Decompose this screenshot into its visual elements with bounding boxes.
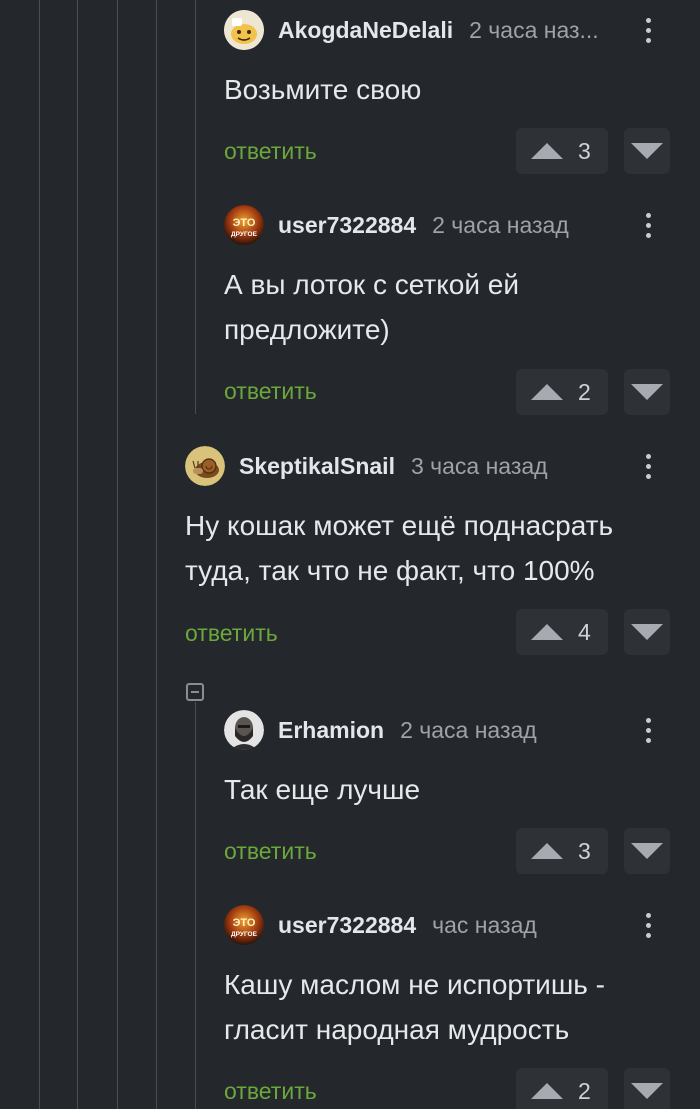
more-menu-icon[interactable] (636, 10, 660, 50)
person-avatar-icon[interactable] (224, 710, 264, 750)
reply-link[interactable]: ответить (224, 138, 317, 165)
thread-line[interactable] (156, 0, 157, 1109)
badge-text: ЭТО (233, 217, 256, 229)
comments-thread: AkogdaNeDelali 2 часа наз... Возьмите св… (0, 0, 700, 1109)
thread-line[interactable] (195, 702, 196, 1109)
comment: ЭТО ДРУГОЕ user7322884 2 часа назад А вы… (224, 205, 674, 420)
more-menu-icon[interactable] (636, 905, 660, 945)
badge-text: ЭТО (233, 917, 256, 929)
comment-time: 3 часа назад (410, 452, 548, 479)
thread-line[interactable] (195, 0, 196, 414)
thread-line[interactable] (39, 0, 40, 1109)
reply-link[interactable]: ответить (224, 378, 317, 405)
downvote-button[interactable] (624, 609, 670, 655)
thread-line[interactable] (117, 0, 118, 1109)
vote-count: 4 (578, 618, 591, 645)
upvote-button[interactable]: 3 (516, 128, 608, 174)
badge-text: ДРУГОЕ (231, 231, 258, 238)
collapse-thread-icon[interactable] (186, 683, 204, 701)
comment: AkogdaNeDelali 2 часа наз... Возьмите св… (224, 10, 674, 180)
comment-text: А вы лоток с сеткой ей предложите) (224, 269, 519, 345)
vote-count: 2 (578, 1077, 591, 1104)
reply-link[interactable]: ответить (224, 838, 317, 865)
arrow-up-icon (531, 1083, 563, 1099)
downvote-button[interactable] (624, 369, 670, 415)
downvote-button[interactable] (624, 828, 670, 874)
comment-text: Кашу маслом не испортишь - гласит народн… (224, 969, 605, 1045)
more-menu-icon[interactable] (636, 205, 660, 245)
upvote-button[interactable]: 4 (516, 609, 608, 655)
more-menu-icon[interactable] (636, 446, 660, 486)
eto-drugoe-avatar-icon[interactable]: ЭТО ДРУГОЕ (224, 205, 264, 245)
comment-author[interactable]: SkeptikalSnail (239, 453, 395, 480)
vote-count: 3 (578, 137, 591, 164)
upvote-button[interactable]: 3 (516, 828, 608, 874)
comment-time: 2 часа назад (400, 716, 537, 743)
comment: SkeptikalSnail 3 часа назад Ну кошак мож… (185, 446, 674, 661)
snail-avatar-icon[interactable] (185, 446, 225, 486)
reply-link[interactable]: ответить (185, 620, 278, 647)
comment-header: ЭТО ДРУГОЕ user7322884 час назад (224, 905, 537, 945)
comment-text: Ну кошак может ещё поднасрать туда, так … (185, 510, 614, 586)
comment-author[interactable]: Erhamion (278, 717, 384, 744)
comment-header: AkogdaNeDelali 2 часа наз... (224, 10, 599, 50)
comment: Erhamion 2 часа назад Так еще лучше отве… (224, 710, 674, 880)
comment-time: час назад (432, 911, 537, 938)
arrow-up-icon (531, 843, 563, 859)
arrow-down-icon (631, 1083, 663, 1099)
comment-header: ЭТО ДРУГОЕ user7322884 2 часа назад (224, 205, 569, 245)
comment-author[interactable]: user7322884 (278, 912, 416, 939)
arrow-up-icon (531, 624, 563, 640)
arrow-down-icon (631, 843, 663, 859)
upvote-button[interactable]: 2 (516, 369, 608, 415)
comment-header: Erhamion 2 часа назад (224, 710, 537, 750)
upvote-button[interactable]: 2 (516, 1068, 608, 1109)
vote-count: 3 (578, 837, 591, 864)
downvote-button[interactable] (624, 1068, 670, 1109)
more-menu-icon[interactable] (636, 710, 660, 750)
comment-author[interactable]: AkogdaNeDelali (278, 17, 453, 44)
downvote-button[interactable] (624, 128, 670, 174)
reply-link[interactable]: ответить (224, 1078, 317, 1105)
comment-time: 2 часа назад (432, 211, 569, 238)
arrow-up-icon (531, 384, 563, 400)
comment-header: SkeptikalSnail 3 часа назад (185, 446, 548, 486)
arrow-down-icon (631, 624, 663, 640)
arrow-down-icon (631, 384, 663, 400)
vote-count: 2 (578, 378, 591, 405)
comment-author[interactable]: user7322884 (278, 212, 416, 239)
comment: ЭТО ДРУГОЕ user7322884 час назад Кашу ма… (224, 905, 674, 1109)
eto-drugoe-avatar-icon[interactable]: ЭТО ДРУГОЕ (224, 905, 264, 945)
comment-text: Возьмите свою (224, 74, 422, 105)
smiley-avatar-icon[interactable] (224, 10, 264, 50)
comment-time: 2 часа наз... (469, 16, 599, 43)
thread-line[interactable] (77, 0, 78, 1109)
comment-text: Так еще лучше (224, 774, 421, 805)
arrow-down-icon (631, 143, 663, 159)
arrow-up-icon (531, 143, 563, 159)
badge-text: ДРУГОЕ (231, 931, 258, 938)
